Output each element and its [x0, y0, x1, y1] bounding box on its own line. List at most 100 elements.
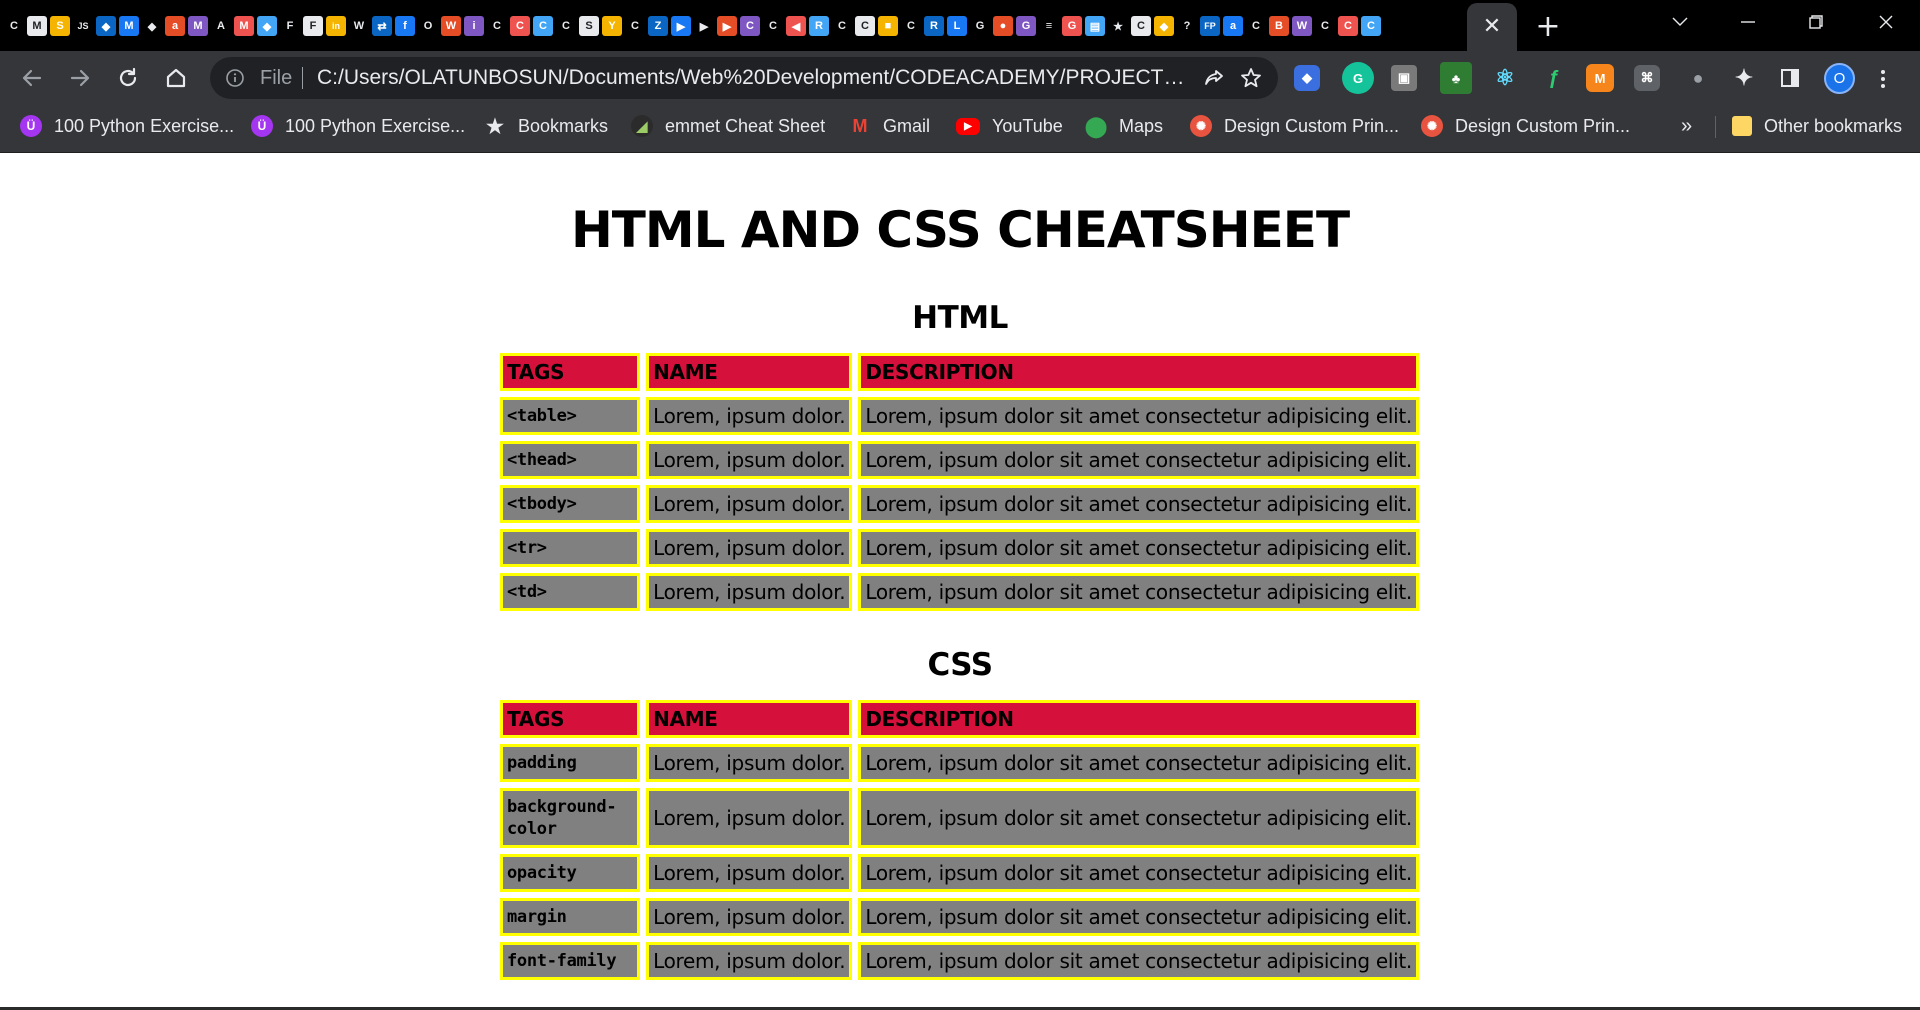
side-panel-icon[interactable] [1774, 62, 1806, 94]
tab-favicon-o-icon[interactable]: O [418, 16, 438, 36]
tab-favicon-green-icon[interactable]: ■ [878, 16, 898, 36]
tab-favicon-m-logo-icon[interactable]: M [27, 16, 47, 36]
tab-favicon-w-icon[interactable]: W [349, 16, 369, 36]
tab-favicon-m-logo-icon[interactable]: M [188, 16, 208, 36]
tab-favicon-c-icon[interactable]: C [625, 16, 645, 36]
bookmark-item[interactable]: ◢ emmet Cheat Sheet [631, 106, 825, 146]
tab-favicon-c-icon[interactable]: C [855, 16, 875, 36]
tab-favicon-arrows-icon[interactable]: ⇄ [372, 16, 392, 36]
bookmark-item[interactable]: ★ Bookmarks [484, 106, 608, 146]
tab-favicon-w-icon[interactable]: W [441, 16, 461, 36]
profile-avatar[interactable]: O [1824, 63, 1855, 94]
bookmark-item[interactable]: Ü 100 Python Exercise... [251, 106, 465, 146]
browser-menu-icon[interactable] [1873, 64, 1893, 94]
back-button[interactable] [14, 60, 50, 96]
tab-favicon-r-icon[interactable]: R [924, 16, 944, 36]
share-icon[interactable] [1202, 66, 1226, 90]
url-text[interactable]: C:/Users/OLATUNBOSUN/Documents/Web%20Dev… [317, 57, 1189, 99]
tab-favicon-c-icon[interactable]: C [1338, 16, 1358, 36]
tab-favicon-figma-icon[interactable]: F [303, 16, 323, 36]
tab-favicon-m-logo-icon[interactable]: M [119, 16, 139, 36]
tab-favicon-play-icon[interactable]: ▶ [694, 16, 714, 36]
maximize-icon[interactable] [1786, 0, 1846, 44]
bookmark-star-icon[interactable] [1239, 66, 1263, 90]
tab-favicon-g-icon[interactable]: G [1016, 16, 1036, 36]
tab-search-icon[interactable] [1650, 0, 1710, 44]
forward-button[interactable] [62, 60, 98, 96]
extension-icon-8[interactable]: ⌘ [1634, 65, 1660, 91]
metamask-icon[interactable]: M [1586, 64, 1614, 92]
tab-favicon-help-icon[interactable]: ? [1177, 16, 1197, 36]
bookmark-item[interactable]: ▶ YouTube [956, 106, 1063, 146]
tab-favicon-s-icon[interactable]: S [579, 16, 599, 36]
tab-favicon-c-icon[interactable]: C [763, 16, 783, 36]
tab-favicon-play-icon[interactable]: ▶ [717, 16, 737, 36]
tab-favicon-a-icon[interactable]: a [165, 16, 185, 36]
tab-favicon-note-icon[interactable]: ▤ [1085, 16, 1105, 36]
tab-favicon-c-icon[interactable]: C [1315, 16, 1335, 36]
tab-favicon-c-icon[interactable]: C [1361, 16, 1381, 36]
react-devtools-icon[interactable]: ⚛ [1489, 62, 1521, 94]
tab-favicon-generic-icon[interactable]: ◆ [1154, 16, 1174, 36]
tab-favicon-list-icon[interactable]: ≡ [1039, 16, 1059, 36]
tab-favicon-y-icon[interactable]: Y [602, 16, 622, 36]
tab-favicon-left-icon[interactable]: ◀ [786, 16, 806, 36]
tab-favicon-c-icon[interactable]: C [1246, 16, 1266, 36]
tab-favicon-c-icon[interactable]: C [533, 16, 553, 36]
tab-favicon-c-icon[interactable]: C [1131, 16, 1151, 36]
tab-favicon-g-icon[interactable]: G [970, 16, 990, 36]
tab-favicon-play-icon[interactable]: ▶ [671, 16, 691, 36]
tab-favicon-fp-icon[interactable]: FP [1200, 16, 1220, 36]
tab-favicon-c-icon[interactable]: C [832, 16, 852, 36]
bookmark-item[interactable]: ⬤ Maps [1085, 106, 1163, 146]
bookmark-item[interactable]: ✺ Design Custom Prin... [1421, 106, 1630, 146]
tab-favicon-r-icon[interactable]: R [809, 16, 829, 36]
reload-button[interactable] [110, 60, 146, 96]
address-bar[interactable]: File C:/Users/OLATUNBOSUN/Documents/Web%… [210, 57, 1278, 99]
tab-favicon-m-logo-icon[interactable]: M [234, 16, 254, 36]
tab-favicon-generic-icon[interactable]: ◆ [142, 16, 162, 36]
tab-favicon-w-icon[interactable]: W [1292, 16, 1312, 36]
extension-icon-6[interactable]: ƒ [1538, 62, 1570, 94]
tree-extension-icon[interactable]: ♣ [1440, 62, 1472, 94]
tab-favicon-a-icon[interactable]: a [1223, 16, 1243, 36]
other-bookmarks-folder[interactable]: Other bookmarks [1732, 106, 1902, 146]
extension-icon-1[interactable]: ◆ [1294, 65, 1320, 91]
tab-favicon-c-icon[interactable]: C [510, 16, 530, 36]
bookmark-item[interactable]: Ü 100 Python Exercise... [20, 106, 234, 146]
extension-icon-9[interactable]: ● [1682, 62, 1714, 94]
tab-favicon-c-icon[interactable]: C [487, 16, 507, 36]
tab-favicon-generic-icon[interactable]: ◆ [96, 16, 116, 36]
tab-favicon-l-icon[interactable]: L [947, 16, 967, 36]
bookmark-item[interactable]: ✺ Design Custom Prin... [1190, 106, 1399, 146]
tab-favicon-c-icon[interactable]: C [740, 16, 760, 36]
extension-icon-3[interactable]: ▣ [1391, 65, 1417, 91]
tab-favicon-c-icon[interactable]: C [901, 16, 921, 36]
bookmark-item[interactable]: M Gmail [849, 106, 931, 146]
minimize-icon[interactable] [1718, 0, 1778, 44]
home-button[interactable] [158, 60, 194, 96]
tab-favicon-c-logo-icon[interactable]: C [4, 16, 24, 36]
tab-favicon-linkedin-icon[interactable]: in [326, 16, 346, 36]
tab-favicon-figma-icon[interactable]: F [280, 16, 300, 36]
tab-favicon-c-icon[interactable]: C [556, 16, 576, 36]
extensions-puzzle-icon[interactable]: ✦ [1728, 62, 1760, 94]
tab-favicon-azure-icon[interactable]: A [211, 16, 231, 36]
new-tab-button[interactable]: + [1530, 9, 1566, 44]
tab-favicon-g-icon[interactable]: G [1062, 16, 1082, 36]
tab-close-icon[interactable]: ✕ [1483, 16, 1501, 38]
tab-favicon-b-icon[interactable]: B [1269, 16, 1289, 36]
tab-favicon-generic-icon[interactable]: ◆ [257, 16, 277, 36]
active-tab[interactable]: ✕ [1467, 3, 1517, 51]
tab-favicon-facebook-icon[interactable]: f [395, 16, 415, 36]
site-info-icon[interactable] [225, 68, 245, 88]
close-window-icon[interactable] [1856, 0, 1916, 44]
tab-favicon-info-icon[interactable]: i [464, 16, 484, 36]
tab-favicon-map-icon[interactable]: ● [993, 16, 1013, 36]
tab-favicon-z-icon[interactable]: Z [648, 16, 668, 36]
grammarly-icon[interactable]: G [1342, 62, 1374, 94]
tab-favicon-stackoverflow-icon[interactable]: S [50, 16, 70, 36]
tab-favicon-star-icon[interactable]: ★ [1108, 16, 1128, 36]
bookmarks-overflow-button[interactable]: » [1681, 106, 1692, 146]
tab-favicon-js-icon[interactable]: JS [73, 16, 93, 36]
